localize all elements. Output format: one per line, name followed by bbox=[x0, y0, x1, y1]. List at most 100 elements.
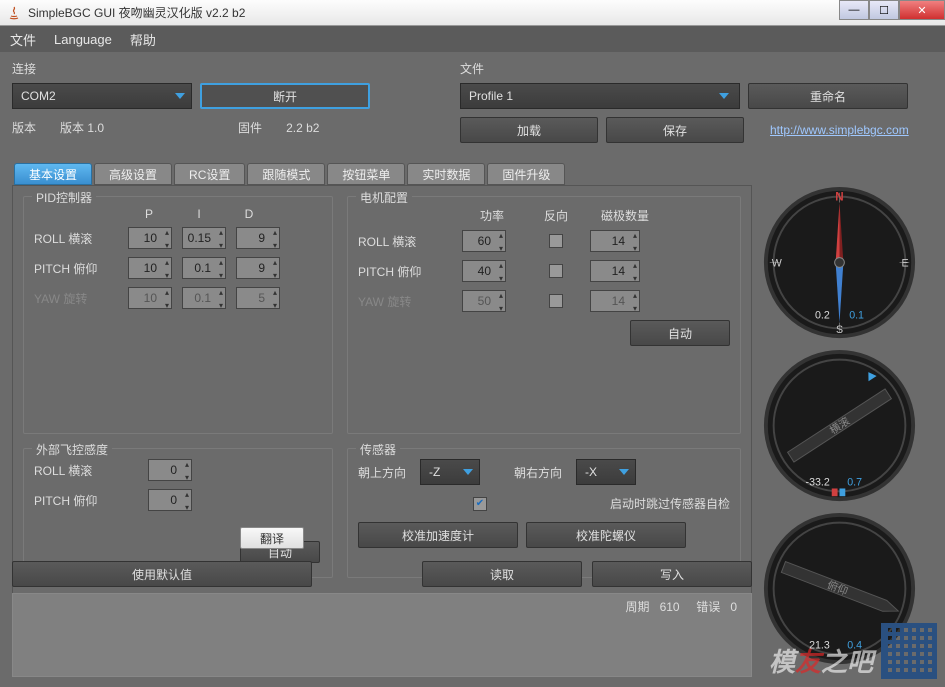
java-icon bbox=[6, 5, 22, 21]
sensor-right-select[interactable]: -X bbox=[576, 459, 636, 485]
svg-text:0.4: 0.4 bbox=[847, 640, 862, 652]
tab-advanced[interactable]: 高级设置 bbox=[94, 163, 172, 185]
status-box: 周期 610 错误 0 bbox=[12, 593, 752, 677]
translate-button[interactable]: 翻译 bbox=[240, 527, 304, 549]
profile-select[interactable]: Profile 1 bbox=[460, 83, 740, 109]
pid-header-d: D bbox=[224, 207, 274, 221]
motor-roll-poles[interactable]: 14 bbox=[590, 230, 640, 252]
motor-group: 电机配置 功率 反向 磁极数量 ROLL 横滚 60 14 PITCH 俯仰 4… bbox=[347, 196, 741, 434]
motor-roll-label: ROLL 横滚 bbox=[358, 233, 458, 250]
close-button[interactable]: ✕ bbox=[899, 0, 945, 20]
defaults-button[interactable]: 使用默认值 bbox=[12, 561, 312, 587]
qr-code bbox=[881, 623, 937, 679]
pid-pitch-p[interactable]: 10 bbox=[128, 257, 172, 279]
svg-text:E: E bbox=[902, 257, 909, 269]
menubar: 文件 Language 帮助 bbox=[0, 26, 945, 52]
motor-pitch-invert[interactable] bbox=[549, 264, 563, 278]
svg-text:S: S bbox=[836, 324, 843, 336]
ext-pitch-value[interactable]: 0 bbox=[148, 489, 192, 511]
pid-roll-p[interactable]: 10 bbox=[128, 227, 172, 249]
motor-roll-power[interactable]: 60 bbox=[462, 230, 506, 252]
svg-text:0.2: 0.2 bbox=[815, 310, 830, 322]
cycle-value: 610 bbox=[660, 600, 680, 614]
motor-title: 电机配置 bbox=[356, 189, 412, 206]
write-button[interactable]: 写入 bbox=[592, 561, 752, 587]
menu-help[interactable]: 帮助 bbox=[130, 30, 156, 49]
sensor-right-label: 朝右方向 bbox=[514, 464, 562, 481]
pid-yaw-p: 10 bbox=[128, 287, 172, 309]
cycle-label: 周期 bbox=[626, 600, 650, 614]
pid-group: PID控制器 P I D ROLL 横滚 10 0.15 9 PITCH 俯仰 … bbox=[23, 196, 333, 434]
website-link[interactable]: http://www.simplebgc.com bbox=[770, 123, 909, 137]
svg-text:N: N bbox=[835, 191, 843, 204]
motor-roll-invert[interactable] bbox=[549, 234, 563, 248]
tab-menu-buttons[interactable]: 按钮菜单 bbox=[327, 163, 405, 185]
motor-pitch-power[interactable]: 40 bbox=[462, 260, 506, 282]
pid-header-p: P bbox=[124, 207, 174, 221]
minimize-button[interactable]: — bbox=[839, 0, 869, 20]
svg-text:W: W bbox=[772, 257, 782, 269]
tab-basic[interactable]: 基本设置 bbox=[14, 163, 92, 185]
menu-language[interactable]: Language bbox=[54, 32, 112, 47]
pid-yaw-d: 5 bbox=[236, 287, 280, 309]
disconnect-button[interactable]: 断开 bbox=[200, 83, 370, 109]
motor-pitch-label: PITCH 俯仰 bbox=[358, 263, 458, 280]
error-label: 错误 bbox=[696, 600, 720, 614]
error-value: 0 bbox=[730, 600, 737, 614]
titlebar: SimpleBGC GUI 夜吻幽灵汉化版 v2.2 b2 — ☐ ✕ bbox=[0, 0, 945, 26]
motor-header-invert: 反向 bbox=[526, 207, 586, 224]
maximize-button[interactable]: ☐ bbox=[869, 0, 899, 20]
sensor-group: 传感器 朝上方向 -Z 朝右方向 -X ✔ 启动时跳过传感器自检 校准加速度计 … bbox=[347, 448, 741, 578]
pid-pitch-i[interactable]: 0.1 bbox=[182, 257, 226, 279]
menu-file[interactable]: 文件 bbox=[10, 30, 36, 49]
svg-text:0.1: 0.1 bbox=[849, 310, 864, 322]
window-title: SimpleBGC GUI 夜吻幽灵汉化版 v2.2 b2 bbox=[28, 4, 245, 21]
motor-yaw-poles: 14 bbox=[590, 290, 640, 312]
ext-roll-label: ROLL 横滚 bbox=[34, 462, 144, 479]
sensor-title: 传感器 bbox=[356, 441, 400, 458]
skip-sensor-label: 启动时跳过传感器自检 bbox=[610, 495, 730, 512]
rename-button[interactable]: 重命名 bbox=[748, 83, 908, 109]
read-button[interactable]: 读取 bbox=[422, 561, 582, 587]
calib-acc-button[interactable]: 校准加速度计 bbox=[358, 522, 518, 548]
pid-roll-d[interactable]: 9 bbox=[236, 227, 280, 249]
tabs-bar: 基本设置 高级设置 RC设置 跟随模式 按钮菜单 实时数据 固件升级 bbox=[14, 163, 933, 185]
ext-title: 外部飞控感度 bbox=[32, 441, 112, 458]
port-select[interactable]: COM2 bbox=[12, 83, 192, 109]
skip-sensor-check[interactable]: ✔ bbox=[473, 497, 487, 511]
ext-roll-value[interactable]: 0 bbox=[148, 459, 192, 481]
tab-rc[interactable]: RC设置 bbox=[174, 163, 245, 185]
load-button[interactable]: 加载 bbox=[460, 117, 598, 143]
motor-auto-button[interactable]: 自动 bbox=[630, 320, 730, 346]
motor-yaw-label: YAW 旋转 bbox=[358, 293, 458, 310]
tab-firmware[interactable]: 固件升级 bbox=[487, 163, 565, 185]
file-label: 文件 bbox=[460, 60, 933, 77]
tab-realtime[interactable]: 实时数据 bbox=[407, 163, 485, 185]
ext-pitch-label: PITCH 俯仰 bbox=[34, 492, 144, 509]
motor-yaw-power: 50 bbox=[462, 290, 506, 312]
pid-header-i: I bbox=[174, 207, 224, 221]
svg-text:0.7: 0.7 bbox=[847, 477, 862, 489]
tab-follow[interactable]: 跟随模式 bbox=[247, 163, 325, 185]
pid-pitch-label: PITCH 俯仰 bbox=[34, 260, 124, 277]
motor-yaw-invert bbox=[549, 294, 563, 308]
connection-label: 连接 bbox=[12, 60, 442, 77]
pid-yaw-i: 0.1 bbox=[182, 287, 226, 309]
save-button[interactable]: 保存 bbox=[606, 117, 744, 143]
svg-text:-33.2: -33.2 bbox=[806, 477, 830, 489]
pid-roll-label: ROLL 横滚 bbox=[34, 230, 124, 247]
motor-pitch-poles[interactable]: 14 bbox=[590, 260, 640, 282]
firmware-value: 2.2 b2 bbox=[286, 121, 319, 135]
sensor-top-label: 朝上方向 bbox=[358, 464, 406, 481]
motor-header-poles: 磁极数量 bbox=[590, 207, 660, 224]
version-label: 版本 bbox=[12, 119, 36, 136]
pid-yaw-label: YAW 旋转 bbox=[34, 290, 124, 307]
pid-title: PID控制器 bbox=[32, 189, 96, 206]
calib-gyro-button[interactable]: 校准陀螺仪 bbox=[526, 522, 686, 548]
sensor-top-select[interactable]: -Z bbox=[420, 459, 480, 485]
pid-roll-i[interactable]: 0.15 bbox=[182, 227, 226, 249]
version-value: 版本 1.0 bbox=[60, 119, 104, 136]
compass-gauge: N S W E 0.2 0.1 bbox=[762, 185, 917, 340]
pid-pitch-d[interactable]: 9 bbox=[236, 257, 280, 279]
firmware-label: 固件 bbox=[238, 119, 262, 136]
